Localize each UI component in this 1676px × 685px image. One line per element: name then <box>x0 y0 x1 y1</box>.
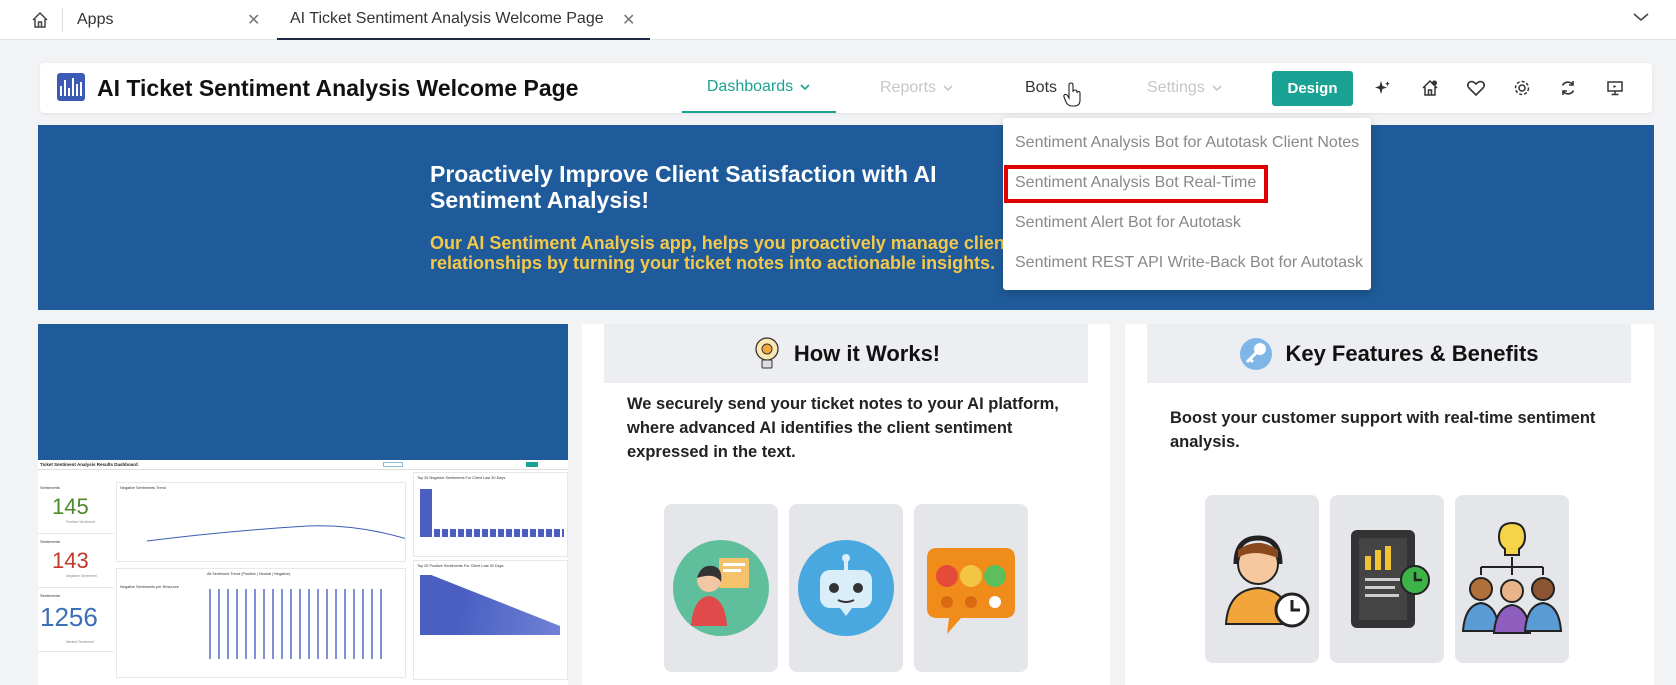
team-idea-card <box>1455 495 1569 663</box>
preview-caption: Negative Sentiments per Resource <box>120 585 179 589</box>
nav-dashboards[interactable]: Dashboards <box>682 63 836 113</box>
key-dollar-icon <box>1240 337 1273 370</box>
kpi-value: 1256 <box>40 602 98 632</box>
sentiment-faces-card <box>914 504 1028 672</box>
how-it-works-header: How it Works! <box>604 324 1088 383</box>
banner-text: Our AI Sentiment Analysis app, helps you… <box>430 233 1011 273</box>
analytics-card <box>1330 495 1444 663</box>
trend-line <box>146 525 405 542</box>
lightbulb-gear-icon <box>755 336 779 368</box>
how-it-works-text: We securely send your ticket notes to yo… <box>627 395 1059 461</box>
preview-bar <box>420 489 432 537</box>
heart-icon[interactable] <box>1465 77 1487 99</box>
preview-bars <box>434 529 564 537</box>
preview-design-button <box>526 462 538 467</box>
sparkle-icon[interactable] <box>1372 77 1394 99</box>
gear-icon[interactable] <box>1511 77 1533 99</box>
close-icon[interactable]: ✕ <box>247 10 260 30</box>
chevron-down-icon <box>800 84 810 91</box>
home-settings-icon[interactable] <box>1419 77 1441 99</box>
preview-caption: All Sentiment Trend (Positive | Neutral … <box>207 572 291 576</box>
bots-dropdown-menu: Sentiment Analysis Bot for Autotask Clie… <box>1003 118 1371 290</box>
dashboard-preview-panel: Ticket Sentiment Analysis Results Dashbo… <box>38 324 568 685</box>
sentiment-faces-icon <box>927 548 1015 634</box>
chevron-down-icon[interactable] <box>1632 10 1650 29</box>
client-notes-card <box>664 504 778 672</box>
app-header: AI Ticket Sentiment Analysis Welcome Pag… <box>40 63 1652 113</box>
hero-banner: Proactively Improve Client Satisfaction … <box>38 125 1654 310</box>
nav-reports[interactable]: Reports <box>880 63 954 113</box>
menu-item-client-notes-bot[interactable]: Sentiment Analysis Bot for Autotask Clie… <box>1015 134 1359 152</box>
monitor-icon[interactable] <box>1604 77 1626 99</box>
tab-bar: Apps ✕ AI Ticket Sentiment Analysis Welc… <box>0 0 1676 40</box>
preview-top-positive: Top 25 Positive Sentiments For Client La… <box>413 560 568 680</box>
preview-trend-chart: Negative Sentiments Trend <box>116 482 406 562</box>
team-lightbulb-icon <box>1461 521 1563 634</box>
highlight-box <box>1004 165 1268 203</box>
preview-caption: Negative Sentiments Trend <box>120 486 166 490</box>
nav-bots[interactable]: Bots <box>1025 63 1083 113</box>
ai-bot-card <box>789 504 903 672</box>
home-icon[interactable] <box>22 7 58 33</box>
nav-dashboards-label: Dashboards <box>706 78 794 95</box>
kpi-negative: Sentiments 143 Negative Sentiment <box>38 536 114 588</box>
tab-separator <box>62 8 63 32</box>
realtime-support-card <box>1205 495 1319 663</box>
nav-bots-label: Bots <box>1025 79 1058 96</box>
chevron-down-icon <box>1212 85 1222 92</box>
banner-heading: Proactively Improve Client Satisfaction … <box>430 161 937 213</box>
preview-bars <box>209 589 389 659</box>
kpi-label: Sentiments <box>40 593 61 598</box>
preview-top-negative: Top 25 Negative Sentiments For Client La… <box>413 472 568 557</box>
features-title: Key Features & Benefits <box>1285 340 1539 366</box>
features-header: Key Features & Benefits <box>1147 324 1631 383</box>
nav-reports-label: Reports <box>880 79 937 96</box>
dashboard-screenshot: Ticket Sentiment Analysis Results Dashbo… <box>38 460 568 685</box>
design-button[interactable]: Design <box>1272 71 1353 106</box>
support-agent-icon <box>673 540 769 636</box>
headset-agent-icon <box>1224 535 1310 628</box>
menu-item-rest-api-bot[interactable]: Sentiment REST API Write-Back Bot for Au… <box>1015 254 1363 272</box>
how-it-works-panel: How it Works! We securely send your tick… <box>582 324 1110 685</box>
dashboard-preview-title: Ticket Sentiment Analysis Results Dashbo… <box>38 460 568 470</box>
nav-settings[interactable]: Settings <box>1147 63 1223 113</box>
close-icon[interactable]: ✕ <box>622 10 635 30</box>
tab-welcome-label: AI Ticket Sentiment Analysis Welcome Pag… <box>290 10 604 27</box>
preview-caption: Top 25 Negative Sentiments For Client La… <box>417 476 506 480</box>
kpi-label: Sentiments <box>40 485 61 490</box>
kpi-sub: Positive Sentiment <box>66 520 95 524</box>
preview-caption: Top 25 Positive Sentiments For Client La… <box>417 564 504 568</box>
page-title: AI Ticket Sentiment Analysis Welcome Pag… <box>97 75 579 101</box>
menu-item-alert-bot[interactable]: Sentiment Alert Bot for Autotask <box>1015 214 1241 232</box>
features-panel: Key Features & Benefits Boost your custo… <box>1125 324 1654 685</box>
tab-welcome-page[interactable]: AI Ticket Sentiment Analysis Welcome Pag… <box>277 0 650 40</box>
kpi-positive: Sentiments 145 Positive Sentiment <box>38 482 114 534</box>
hand-cursor-icon <box>1063 82 1081 107</box>
kpi-label: Sentiments <box>40 539 61 544</box>
kpi-value: 143 <box>52 548 89 573</box>
kpi-neutral: Sentiments 1256 Neutral Sentiment <box>38 590 114 652</box>
kpi-sub: Neutral Sentiment <box>66 640 95 644</box>
chevron-down-icon <box>943 85 953 92</box>
preview-filter <box>383 462 403 467</box>
kpi-sub: Negative Sentiment <box>66 574 97 578</box>
tablet-chart-icon <box>1351 530 1430 628</box>
kpi-value: 145 <box>52 494 89 519</box>
app-logo-icon <box>57 73 85 101</box>
preview-bars <box>420 575 560 635</box>
how-it-works-title: How it Works! <box>793 340 941 366</box>
robot-icon <box>798 540 894 636</box>
tab-apps[interactable]: Apps ✕ <box>77 0 273 40</box>
preview-by-day: All Sentiment Trend (Positive | Neutral … <box>116 568 406 678</box>
tab-apps-label: Apps <box>77 11 114 28</box>
nav-settings-label: Settings <box>1147 79 1205 96</box>
refresh-icon[interactable] <box>1557 77 1579 99</box>
features-text: Boost your customer support with real-ti… <box>1170 409 1596 451</box>
